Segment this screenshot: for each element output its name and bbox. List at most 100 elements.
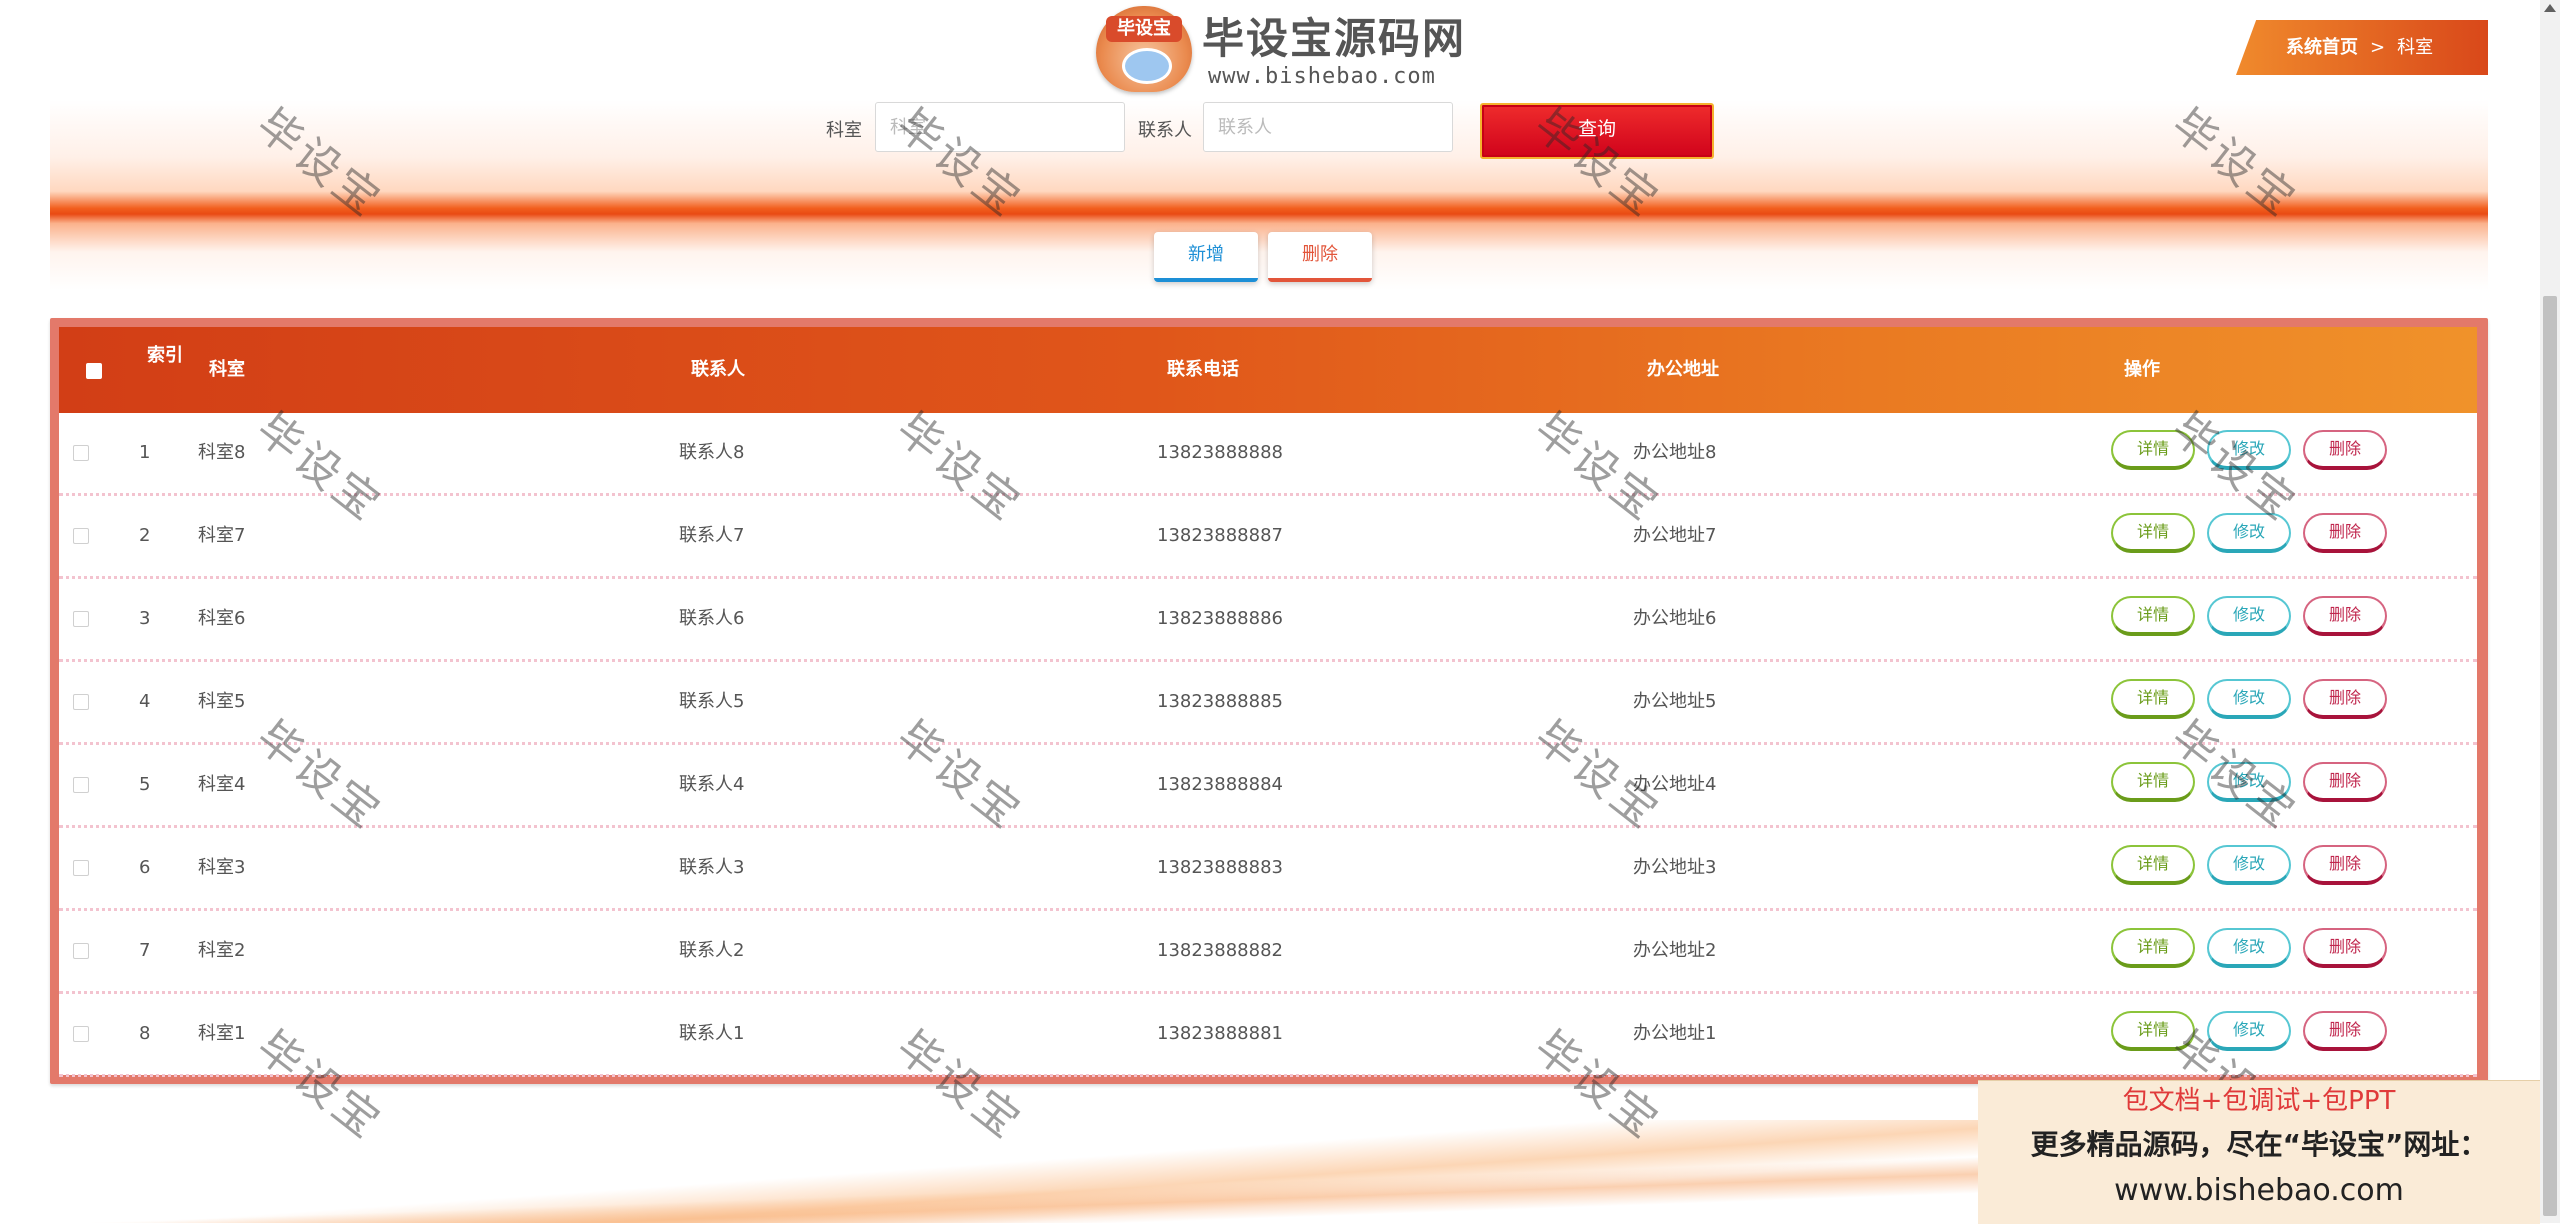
table-row: 3 科室6 联系人6 13823888886 办公地址6 详情 修改 删除	[59, 579, 2477, 662]
cell-address: 办公地址1	[1633, 1023, 1717, 1044]
edit-button[interactable]: 修改	[2207, 430, 2291, 470]
promo-line-1: 包文档+包调试+包PPT	[2122, 1086, 2396, 1116]
detail-button[interactable]: 详情	[2111, 928, 2195, 968]
edit-button[interactable]: 修改	[2207, 928, 2291, 968]
data-table: 索引 科室 联系人 联系电话 办公地址 操作 1 科室8 联系人8 138238888…	[50, 318, 2488, 1084]
cell-address: 办公地址4	[1633, 774, 1717, 795]
delete-button[interactable]: 删除	[2303, 513, 2387, 553]
delete-button[interactable]: 删除	[2303, 762, 2387, 802]
delete-button[interactable]: 删除	[2303, 928, 2387, 968]
cell-index: 8	[139, 1023, 151, 1044]
cell-address: 办公地址7	[1633, 525, 1717, 546]
cell-phone: 13823888888	[1157, 442, 1283, 463]
table-row: 2 科室7 联系人7 13823888887 办公地址7 详情 修改 删除	[59, 496, 2477, 579]
cell-contact: 联系人3	[679, 857, 745, 878]
dept-search-label: 科室	[826, 120, 862, 141]
cell-phone: 13823888886	[1157, 608, 1283, 629]
cell-contact: 联系人8	[679, 442, 745, 463]
row-checkbox[interactable]	[73, 777, 89, 793]
dept-search-input[interactable]	[875, 102, 1125, 152]
cell-index: 6	[139, 857, 151, 878]
cell-phone: 13823888882	[1157, 940, 1283, 961]
select-all-checkbox[interactable]	[86, 363, 102, 379]
header-contact[interactable]: 联系人	[691, 327, 745, 413]
row-checkbox[interactable]	[73, 528, 89, 544]
delete-button[interactable]: 删除	[2303, 1011, 2387, 1051]
table-row: 7 科室2 联系人2 13823888882 办公地址2 详情 修改 删除	[59, 911, 2477, 994]
cell-address: 办公地址8	[1633, 442, 1717, 463]
delete-button[interactable]: 删除	[2303, 845, 2387, 885]
table-header: 索引 科室 联系人 联系电话 办公地址 操作	[59, 327, 2477, 413]
cell-dept: 科室6	[198, 608, 246, 629]
cell-phone: 13823888885	[1157, 691, 1283, 712]
detail-button[interactable]: 详情	[2111, 1011, 2195, 1051]
row-checkbox[interactable]	[73, 445, 89, 461]
edit-button[interactable]: 修改	[2207, 762, 2291, 802]
delete-button[interactable]: 删除	[2303, 679, 2387, 719]
table-body-wrapper: 索引 科室 联系人 联系电话 办公地址 操作 1 科室8 联系人8 138238888…	[59, 327, 2477, 1077]
scrollbar-thumb[interactable]	[2543, 296, 2557, 1216]
table-row: 8 科室1 联系人1 13823888881 办公地址1 详情 修改 删除	[59, 994, 2477, 1077]
table-row: 4 科室5 联系人5 13823888885 办公地址5 详情 修改 删除	[59, 662, 2477, 745]
breadcrumb-home-link[interactable]: 系统首页	[2286, 20, 2358, 75]
query-button[interactable]: 查询	[1480, 103, 1714, 159]
cell-index: 1	[139, 442, 151, 463]
table-row: 1 科室8 联系人8 13823888888 办公地址8 详情 修改 删除	[59, 413, 2477, 496]
detail-button[interactable]: 详情	[2111, 596, 2195, 636]
header-operations: 操作	[2124, 359, 2160, 380]
cell-dept: 科室1	[198, 1023, 246, 1044]
batch-delete-button[interactable]: 删除	[1268, 232, 1372, 282]
cell-contact: 联系人1	[679, 1023, 745, 1044]
row-checkbox[interactable]	[73, 860, 89, 876]
logo-url: www.bishebao.com	[1208, 64, 1436, 89]
cell-address: 办公地址5	[1633, 691, 1717, 712]
cell-contact: 联系人4	[679, 774, 745, 795]
detail-button[interactable]: 详情	[2111, 679, 2195, 719]
cell-dept: 科室8	[198, 442, 246, 463]
header-address[interactable]: 办公地址	[1647, 327, 1719, 413]
cell-dept: 科室4	[198, 774, 246, 795]
cell-contact: 联系人2	[679, 940, 745, 961]
cell-dept: 科室2	[198, 940, 246, 961]
contact-search-label: 联系人	[1138, 120, 1192, 141]
scroll-up-arrow-icon[interactable]	[2544, 4, 2556, 12]
add-button[interactable]: 新增	[1154, 232, 1258, 282]
detail-button[interactable]: 详情	[2111, 762, 2195, 802]
breadcrumb-separator: >	[2370, 37, 2386, 58]
cell-phone: 13823888881	[1157, 1023, 1283, 1044]
row-checkbox[interactable]	[73, 611, 89, 627]
table-row: 6 科室3 联系人3 13823888883 办公地址3 详情 修改 删除	[59, 828, 2477, 911]
edit-button[interactable]: 修改	[2207, 596, 2291, 636]
cell-contact: 联系人5	[679, 691, 745, 712]
cell-address: 办公地址6	[1633, 608, 1717, 629]
row-checkbox[interactable]	[73, 1026, 89, 1042]
row-checkbox[interactable]	[73, 694, 89, 710]
breadcrumb-current: 科室	[2397, 37, 2434, 58]
edit-button[interactable]: 修改	[2207, 513, 2291, 553]
edit-button[interactable]: 修改	[2207, 679, 2291, 719]
logo-title: 毕设宝源码网	[1202, 14, 1467, 63]
detail-button[interactable]: 详情	[2111, 430, 2195, 470]
contact-search-input[interactable]	[1203, 102, 1453, 152]
cell-dept: 科室7	[198, 525, 246, 546]
edit-button[interactable]: 修改	[2207, 1011, 2291, 1051]
cell-index: 5	[139, 774, 151, 795]
cell-phone: 13823888887	[1157, 525, 1283, 546]
row-checkbox[interactable]	[73, 943, 89, 959]
cell-contact: 联系人7	[679, 525, 745, 546]
cell-index: 3	[139, 608, 151, 629]
header-phone[interactable]: 联系电话	[1167, 327, 1239, 413]
cell-index: 2	[139, 525, 151, 546]
table-row: 5 科室4 联系人4 13823888884 办公地址4 详情 修改 删除	[59, 745, 2477, 828]
cell-dept: 科室5	[198, 691, 246, 712]
breadcrumb: 系统首页 > 科室	[2236, 20, 2488, 75]
delete-button[interactable]: 删除	[2303, 596, 2387, 636]
promo-banner[interactable]: 包文档+包调试+包PPT 更多精品源码，尽在“毕设宝”网址： www.bishe…	[1978, 1080, 2540, 1224]
edit-button[interactable]: 修改	[2207, 845, 2291, 885]
detail-button[interactable]: 详情	[2111, 845, 2195, 885]
logo-badge-text: 毕设宝	[1106, 16, 1182, 42]
header-dept[interactable]: 科室	[209, 327, 245, 413]
detail-button[interactable]: 详情	[2111, 513, 2195, 553]
cell-dept: 科室3	[198, 857, 246, 878]
delete-button[interactable]: 删除	[2303, 430, 2387, 470]
